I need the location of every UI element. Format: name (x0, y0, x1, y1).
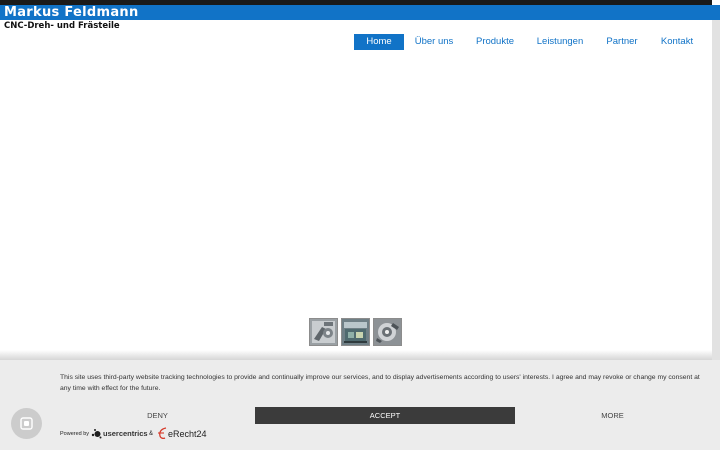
cnc-part-photo-2-icon (342, 319, 369, 345)
powered-by-label: Powered by (60, 431, 90, 437)
privacy-settings-button[interactable] (11, 408, 42, 439)
page-side-shadow (712, 20, 720, 360)
gallery-thumbnail-1[interactable] (309, 318, 338, 346)
content-bottom-shadow (0, 350, 712, 360)
nav-item-home[interactable]: Home (354, 34, 404, 50)
cookie-consent-text: This site uses third-party website track… (60, 374, 700, 392)
erecht24-label[interactable]: eRecht24 (168, 430, 207, 439)
fingerprint-icon (20, 417, 33, 430)
ampersand-label: & (149, 431, 154, 437)
more-button[interactable]: MORE (515, 407, 710, 424)
nav-item-leistungen[interactable]: Leistungen (532, 34, 588, 50)
deny-button[interactable]: DENY (60, 407, 255, 424)
gallery-thumbnail-3[interactable] (373, 318, 402, 346)
usercentrics-label[interactable]: usercentrics (103, 430, 148, 438)
nav-item-ueber-uns[interactable]: Über uns (410, 34, 458, 50)
cookie-consent-banner: This site uses third-party website track… (0, 360, 720, 450)
erecht24-logo-icon (158, 427, 167, 440)
cnc-part-photo-1-icon (310, 319, 337, 345)
logo-subtitle: CNC-Dreh- und Frästeile (4, 21, 120, 31)
nav-item-produkte[interactable]: Produkte (470, 34, 520, 50)
nav-item-partner[interactable]: Partner (602, 34, 642, 50)
nav-item-kontakt[interactable]: Kontakt (656, 34, 698, 50)
accept-button[interactable]: ACCEPT (255, 407, 515, 424)
cnc-part-photo-3-icon (374, 319, 401, 345)
logo-title[interactable]: Markus Feldmann (4, 5, 139, 21)
usercentrics-logo-icon (91, 429, 102, 439)
gallery-thumbnail-2[interactable] (341, 318, 370, 346)
